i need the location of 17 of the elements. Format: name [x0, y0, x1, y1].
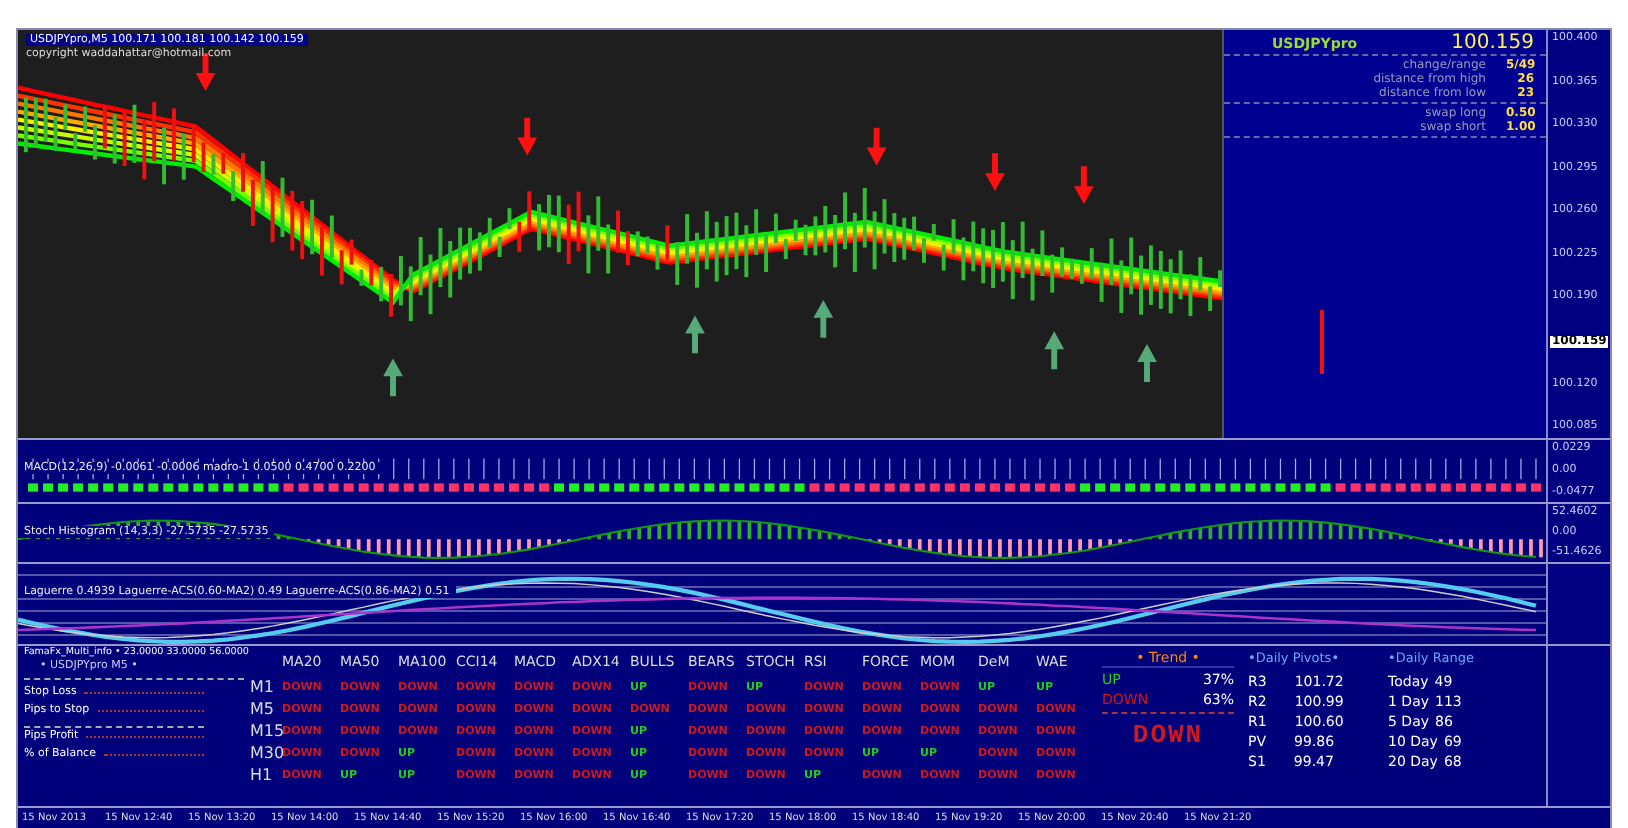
up-arrow-icon — [813, 299, 834, 338]
trend-verdict: DOWN — [1102, 712, 1234, 750]
up-arrow-icon — [383, 358, 403, 397]
timeframe-label: M30 — [250, 744, 282, 762]
timeframe-label: M5 — [250, 700, 276, 718]
down-arrow-icon — [985, 153, 1005, 192]
timeframe-label: M1 — [250, 678, 276, 696]
down-arrow-icon — [517, 117, 538, 156]
price-value: 100.159 — [1451, 32, 1534, 54]
down-arrow-icon — [866, 127, 887, 166]
up-arrow-icon — [1044, 331, 1065, 370]
up-arrow-icon — [1137, 344, 1157, 382]
timeframe-label: M15 — [250, 722, 282, 740]
timeframe-label: H1 — [250, 766, 275, 784]
up-arrow-icon — [685, 315, 705, 354]
down-arrow-icon — [1073, 166, 1094, 205]
price-marker — [1320, 310, 1324, 374]
